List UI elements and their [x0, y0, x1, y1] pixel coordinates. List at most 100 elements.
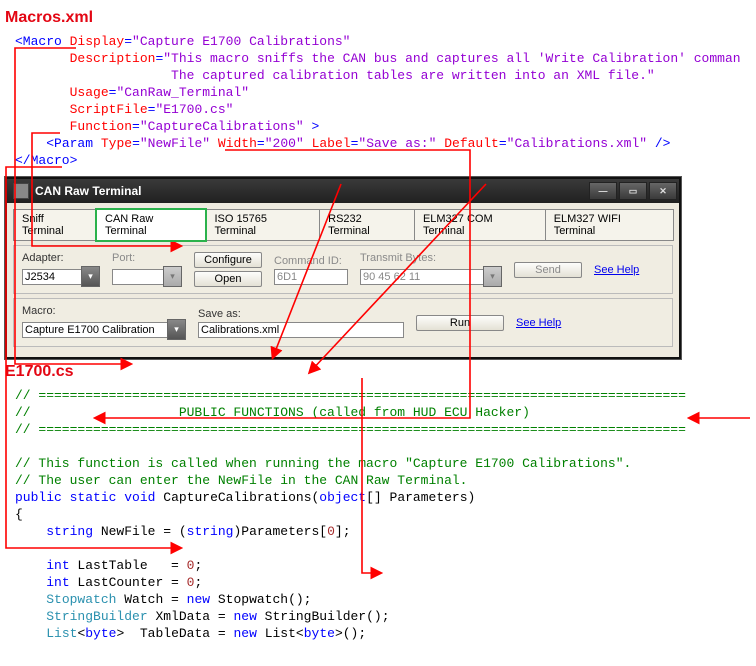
cs-kw: string: [46, 524, 93, 539]
cs-kw: static: [70, 490, 117, 505]
configure-button[interactable]: Configure: [194, 252, 262, 268]
xml-close: />: [647, 136, 670, 151]
cs-text: CaptureCalibrations(: [155, 490, 319, 505]
xml-val: "Calibrations.xml": [507, 136, 647, 151]
macro-select[interactable]: [22, 322, 168, 338]
terminal-window: CAN Raw Terminal — ▭ ✕ Sniff Terminal CA…: [5, 177, 681, 359]
macro-panel: Macro: ▾ Save as: Run See Help: [13, 298, 673, 347]
cs-kw: object: [319, 490, 366, 505]
cs-comment: // The user can enter the NewFile in the…: [15, 473, 467, 488]
cs-kw: new: [187, 592, 210, 607]
cs-text: ];: [335, 524, 351, 539]
cs-code-block: // =====================================…: [15, 387, 756, 642]
run-button[interactable]: Run: [416, 315, 504, 331]
xml-tag: <Macro: [15, 34, 62, 49]
dropdown-icon[interactable]: ▾: [167, 319, 186, 340]
cs-comment: // PUBLIC FUNCTIONS (called from HUD ECU…: [15, 405, 530, 420]
cs-kw: void: [124, 490, 155, 505]
tab-strip: Sniff Terminal CAN Raw Terminal ISO 1576…: [13, 209, 673, 241]
help-link[interactable]: See Help: [594, 264, 639, 276]
heading-cs: E1700.cs: [5, 363, 756, 381]
port-select: [112, 269, 164, 285]
open-button[interactable]: Open: [194, 271, 262, 287]
cs-text: StringBuilder();: [257, 609, 390, 624]
cmdid-label: Command ID:: [274, 255, 348, 267]
tab-rs232[interactable]: RS232 Terminal: [319, 209, 415, 241]
xml-attr: Description: [70, 51, 156, 66]
xml-tag: </Macro>: [15, 153, 77, 168]
tab-iso15765[interactable]: ISO 15765 Terminal: [205, 209, 320, 241]
adapter-label: Adapter:: [22, 252, 100, 264]
cs-text: List: [257, 626, 296, 641]
tab-elm327wifi[interactable]: ELM327 WIFI Terminal: [545, 209, 674, 241]
cs-kw: new: [233, 609, 256, 624]
saveas-input[interactable]: [198, 322, 404, 338]
xml-code-block: <Macro Display="Capture E1700 Calibratio…: [15, 33, 756, 169]
xml-val: "200": [265, 136, 304, 151]
cs-text: >();: [335, 626, 366, 641]
xml-attr: ScriptFile: [70, 102, 148, 117]
xml-attr: Display: [70, 34, 125, 49]
heading-macros: Macros.xml: [5, 9, 756, 27]
send-button: Send: [514, 262, 582, 278]
help-link[interactable]: See Help: [516, 317, 561, 329]
cs-text: LastTable =: [70, 558, 187, 573]
cs-kw: public: [15, 490, 62, 505]
cs-text: NewFile = (: [93, 524, 187, 539]
xml-val: "This macro sniffs the CAN bus and captu…: [163, 51, 740, 66]
cmdid-input: [274, 269, 348, 285]
cs-comment: // This function is called when running …: [15, 456, 631, 471]
cs-text: Stopwatch();: [210, 592, 311, 607]
maximize-button[interactable]: ▭: [619, 182, 647, 200]
txbytes-input: [360, 269, 484, 285]
dropdown-icon[interactable]: ▾: [81, 266, 100, 287]
port-label: Port:: [112, 252, 182, 264]
txbytes-label: Transmit Bytes:: [360, 252, 502, 264]
xml-attr: Label: [312, 136, 351, 151]
cs-text: Watch =: [116, 592, 186, 607]
cs-text: <: [296, 626, 304, 641]
adapter-select[interactable]: [22, 269, 82, 285]
tab-elm327com[interactable]: ELM327 COM Terminal: [414, 209, 546, 241]
cs-type: Stopwatch: [46, 592, 116, 607]
cs-text: ;: [194, 558, 202, 573]
minimize-button[interactable]: —: [589, 182, 617, 200]
cs-kw: byte: [304, 626, 335, 641]
cs-comment: // =====================================…: [15, 422, 686, 437]
dropdown-icon: ▾: [163, 266, 182, 287]
xml-val: The captured calibration tables are writ…: [171, 68, 655, 83]
cs-text: [] Parameters): [366, 490, 475, 505]
cs-type: List: [46, 626, 77, 641]
cs-text: )Parameters[: [233, 524, 327, 539]
cs-text: XmlData =: [148, 609, 234, 624]
xml-attr: Function: [70, 119, 132, 134]
xml-tag: <Param: [46, 136, 93, 151]
xml-close: >: [304, 119, 320, 134]
xml-attr: Default: [444, 136, 499, 151]
cs-kw: new: [234, 626, 257, 641]
cs-text: > TableData =: [116, 626, 233, 641]
xml-val: "Save as:": [358, 136, 436, 151]
cs-comment: // =====================================…: [15, 388, 686, 403]
connection-panel: Adapter: ▾ Port: ▾ Configure Open Comman…: [13, 245, 673, 294]
cs-type: StringBuilder: [46, 609, 147, 624]
window-titlebar: CAN Raw Terminal — ▭ ✕: [7, 179, 679, 203]
xml-val: "E1700.cs": [155, 102, 233, 117]
tab-sniff[interactable]: Sniff Terminal: [13, 209, 97, 241]
tab-canraw[interactable]: CAN Raw Terminal: [96, 209, 206, 241]
xml-val: "NewFile": [140, 136, 210, 151]
cs-text: ;: [194, 575, 202, 590]
close-button[interactable]: ✕: [649, 182, 677, 200]
cs-kw: int: [46, 558, 69, 573]
dropdown-icon: ▾: [483, 266, 502, 287]
window-title: CAN Raw Terminal: [35, 184, 141, 198]
saveas-label: Save as:: [198, 308, 404, 320]
macro-label: Macro:: [22, 305, 186, 317]
xml-attr: Usage: [70, 85, 109, 100]
cs-kw: byte: [85, 626, 116, 641]
xml-attr: Width: [218, 136, 257, 151]
cs-text: {: [15, 507, 23, 522]
cs-kw: int: [46, 575, 69, 590]
xml-attr: Type: [101, 136, 132, 151]
xml-val: "CanRaw_Terminal": [116, 85, 249, 100]
